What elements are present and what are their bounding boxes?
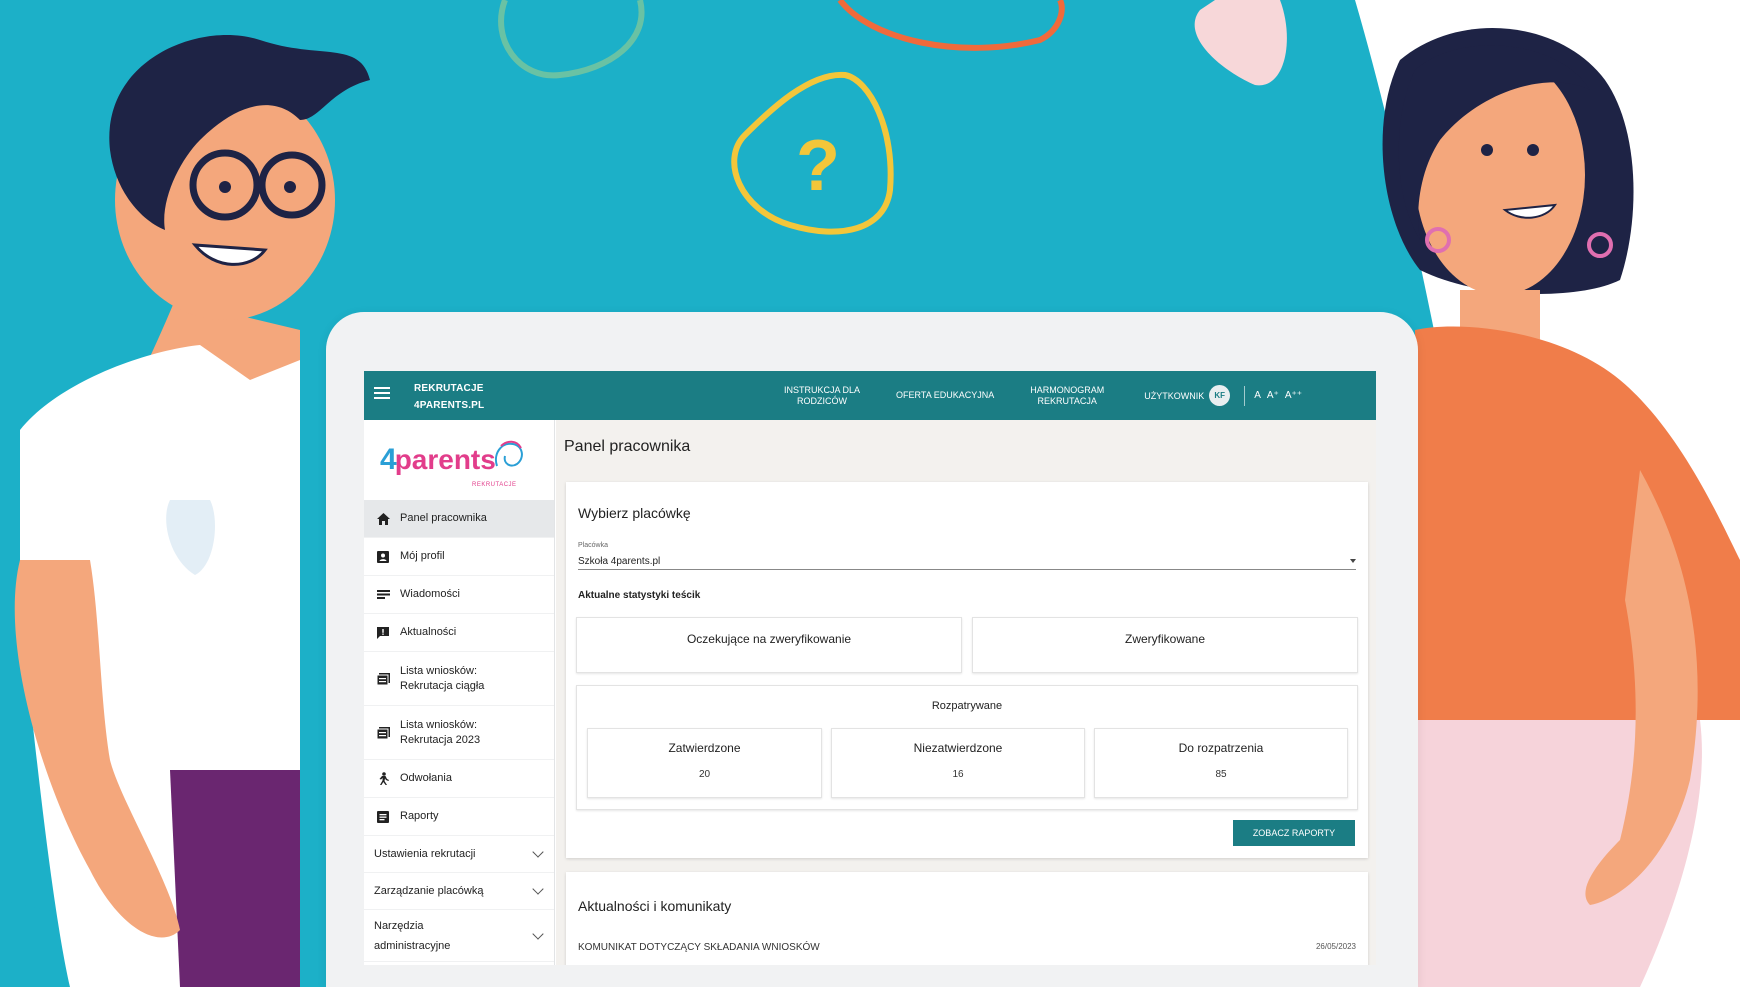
to-review-box[interactable]: Do rozpatrzenia 85 bbox=[1094, 728, 1348, 798]
news-icon bbox=[376, 626, 390, 640]
sidebar-item-label: Odwołania bbox=[400, 772, 452, 784]
approved-box[interactable]: Zatwierdzone 20 bbox=[587, 728, 822, 798]
brand-line-2: 4PARENTS.PL bbox=[414, 400, 485, 411]
chevron-down-icon bbox=[532, 927, 544, 940]
sidebar-item-reports[interactable]: Raporty bbox=[364, 798, 554, 836]
news-item-title: KOMUNIKAT DOTYCZĄCY SKŁADANIA WNIOSKÓW bbox=[578, 942, 820, 953]
facility-select[interactable]: Placówka Szkoła 4parents.pl bbox=[578, 542, 1356, 570]
sidebar-item-appeals[interactable]: Odwołania bbox=[364, 760, 554, 798]
facility-card: Wybierz placówkę Placówka Szkoła 4parent… bbox=[566, 482, 1368, 858]
sidebar-item-label: Lista wniosków: Rekrutacja ciągła bbox=[400, 664, 485, 692]
sidebar-item-label: Aktualności bbox=[400, 626, 457, 638]
nav-link-label: RODZICÓW bbox=[797, 395, 848, 406]
brand-name[interactable]: REKRUTACJE 4PARENTS.PL bbox=[414, 380, 484, 414]
nav-link-label: HARMONOGRAM bbox=[1030, 384, 1105, 395]
approved-count: 20 bbox=[698, 769, 711, 780]
font-size-medium-button[interactable]: A⁺ bbox=[1267, 390, 1279, 401]
pending-verification-title: Oczekujące na zweryfikowanie bbox=[686, 632, 852, 646]
sidebar-group-label: Zarządzanie placówką bbox=[374, 885, 484, 897]
app-window: REKRUTACJE 4PARENTS.PL INSTRUKCJA DLA RO… bbox=[364, 371, 1376, 965]
logo-subtitle: REKRUTACJE bbox=[472, 482, 517, 488]
rejected-title: Niezatwierdzone bbox=[913, 741, 1003, 755]
hamburger-menu-icon[interactable] bbox=[374, 387, 390, 401]
sidebar-group-recruitment-settings[interactable]: Ustawienia rekrutacji bbox=[364, 836, 554, 873]
user-menu[interactable]: UŻYTKOWNIK KF bbox=[1144, 385, 1231, 406]
logo[interactable]: 4 parents REKRUTACJE bbox=[364, 420, 554, 500]
reports-icon bbox=[376, 810, 390, 824]
stats-heading: Aktualne statystyki teścik bbox=[578, 590, 701, 601]
verified-title: Zweryfikowane bbox=[1124, 632, 1206, 646]
sidebar-group-label: Narzędzia administracyjne bbox=[374, 919, 451, 952]
news-card: Aktualności i komunikaty KOMUNIKAT DOTYC… bbox=[566, 872, 1368, 965]
sidebar-group-facility-management[interactable]: Zarządzanie placówką bbox=[364, 873, 554, 910]
approved-title: Zatwierdzone bbox=[668, 741, 741, 755]
under-review-panel: Rozpatrywane Zatwierdzone 20 Niezatwierd… bbox=[576, 685, 1358, 810]
main-content: Panel pracownika Wybierz placówkę Placów… bbox=[556, 420, 1376, 965]
sidebar-group-admin-tools[interactable]: Narzędzia administracyjne bbox=[364, 910, 554, 962]
top-nav-links: INSTRUKCJA DLA RODZICÓW OFERTA EDUKACYJN… bbox=[784, 371, 1302, 420]
avatar: KF bbox=[1209, 385, 1231, 406]
dropdown-arrow-icon bbox=[1350, 559, 1356, 563]
nav-link-label: REKRUTACJA bbox=[1037, 395, 1097, 406]
list-icon bbox=[376, 672, 390, 686]
nav-link-label: OFERTA EDUKACYJNA bbox=[896, 390, 995, 400]
under-review-title: Rozpatrywane bbox=[931, 700, 1003, 712]
chevron-down-icon bbox=[532, 846, 544, 858]
user-label: UŻYTKOWNIK bbox=[1144, 390, 1205, 401]
nav-link-schedule[interactable]: HARMONOGRAM REKRUTACJA bbox=[1030, 385, 1104, 407]
sidebar-item-applications-continuous[interactable]: Lista wniosków: Rekrutacja ciągła bbox=[364, 652, 554, 706]
sidebar-item-label: Panel pracownika bbox=[400, 512, 487, 524]
sidebar-item-label: Lista wniosków: Rekrutacja 2023 bbox=[400, 718, 481, 746]
messages-icon bbox=[376, 588, 390, 602]
rejected-box[interactable]: Niezatwierdzone 16 bbox=[831, 728, 1085, 798]
divider bbox=[1244, 385, 1246, 406]
home-icon bbox=[376, 512, 390, 526]
facility-select-underline bbox=[578, 569, 1356, 570]
nav-link-parent-instructions[interactable]: INSTRUKCJA DLA RODZICÓW bbox=[784, 385, 860, 407]
sidebar-item-label: Raporty bbox=[400, 810, 439, 822]
list-icon bbox=[376, 726, 390, 740]
rejected-count: 16 bbox=[952, 769, 964, 780]
nav-link-educational-offer[interactable]: OFERTA EDUKACYJNA bbox=[896, 390, 994, 401]
verified-box[interactable]: Zweryfikowane bbox=[972, 617, 1358, 673]
font-size-controls: A A⁺ A⁺⁺ bbox=[1254, 390, 1302, 401]
news-card-title: Aktualności i komunikaty bbox=[578, 898, 732, 914]
page-title: Panel pracownika bbox=[564, 438, 691, 455]
font-size-large-button[interactable]: A⁺⁺ bbox=[1285, 390, 1302, 401]
sidebar-item-news[interactable]: Aktualności bbox=[364, 614, 554, 652]
facility-select-value: Szkoła 4parents.pl bbox=[578, 555, 661, 567]
news-item-date: 26/05/2023 bbox=[1315, 942, 1356, 951]
logo-text: parents bbox=[394, 444, 496, 475]
sidebar-group-label: Ustawienia rekrutacji bbox=[374, 848, 476, 860]
question-mark-icon: ? bbox=[796, 126, 840, 206]
pending-verification-box[interactable]: Oczekujące na zweryfikowanie bbox=[576, 617, 962, 673]
to-review-count: 85 bbox=[1215, 769, 1227, 780]
woman-illustration bbox=[1382, 27, 1740, 987]
view-reports-button[interactable]: ZOBACZ RAPORTY bbox=[1233, 820, 1355, 846]
list-item[interactable]: KOMUNIKAT DOTYCZĄCY SKŁADANIA WNIOSKÓW 2… bbox=[578, 942, 1356, 953]
facility-select-label: Placówka bbox=[578, 542, 608, 549]
chevron-down-icon bbox=[532, 883, 544, 895]
sidebar-item-label: Mój profil bbox=[400, 550, 445, 562]
sidebar-item-my-profile[interactable]: Mój profil bbox=[364, 538, 554, 576]
nav-link-label: INSTRUKCJA DLA bbox=[784, 384, 861, 395]
logo-swirl-icon bbox=[495, 440, 523, 467]
appeal-icon bbox=[376, 772, 390, 786]
brand-line-1: REKRUTACJE bbox=[414, 383, 484, 394]
top-navigation-bar: REKRUTACJE 4PARENTS.PL INSTRUKCJA DLA RO… bbox=[364, 371, 1376, 420]
sidebar-item-employee-panel[interactable]: Panel pracownika bbox=[364, 500, 554, 538]
sidebar-item-applications-2023[interactable]: Lista wniosków: Rekrutacja 2023 bbox=[364, 706, 554, 760]
to-review-title: Do rozpatrzenia bbox=[1178, 741, 1264, 755]
sidebar: 4 parents REKRUTACJE Panel pracownika Mó… bbox=[364, 420, 555, 965]
profile-icon bbox=[376, 550, 390, 564]
font-size-small-button[interactable]: A bbox=[1254, 390, 1261, 401]
sidebar-item-messages[interactable]: Wiadomości bbox=[364, 576, 554, 614]
sidebar-item-label: Wiadomości bbox=[400, 588, 460, 600]
facility-card-title: Wybierz placówkę bbox=[578, 505, 691, 521]
